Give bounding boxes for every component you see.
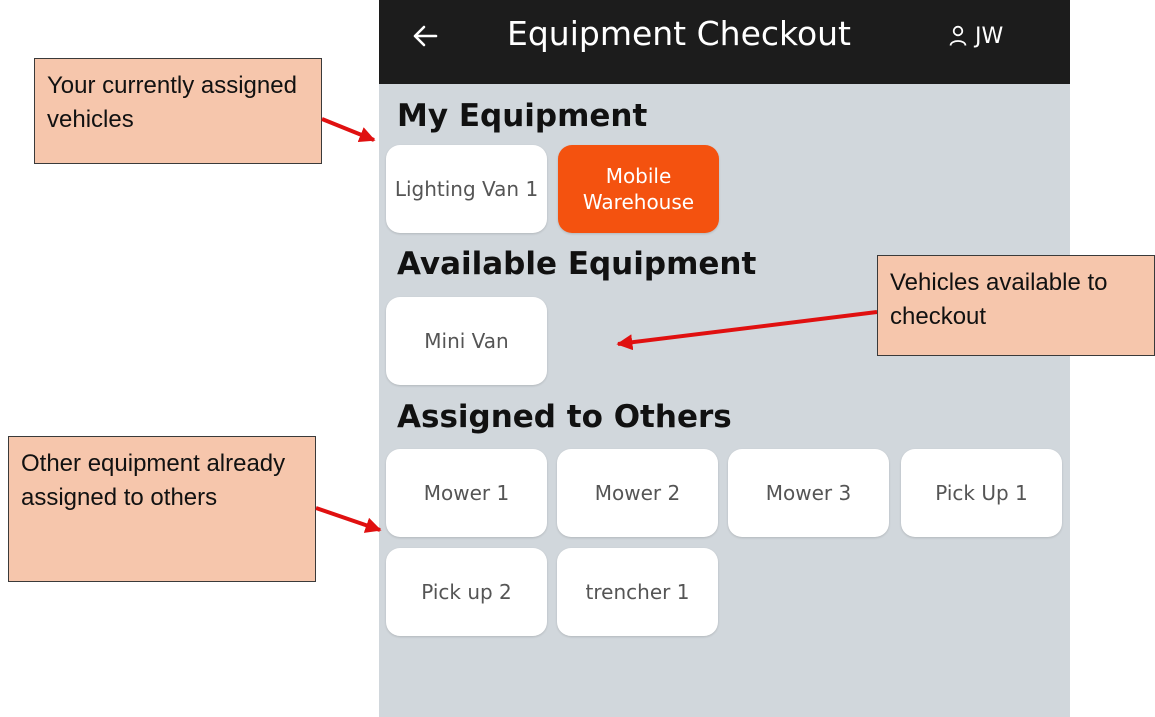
arrow-to-my-equipment (321, 117, 376, 143)
user-initials: JW (975, 23, 1004, 49)
section-heading-my-equipment: My Equipment (397, 98, 648, 134)
arrow-to-assigned-to-others (315, 506, 382, 533)
equipment-tile-mobile-warehouse[interactable]: Mobile Warehouse (558, 145, 719, 233)
app-screen: Equipment Checkout JW My Equipment Light… (379, 0, 1070, 717)
section-heading-available-equipment: Available Equipment (397, 246, 757, 282)
user-icon (949, 25, 967, 46)
equipment-tile-pick-up-1[interactable]: Pick Up 1 (901, 449, 1062, 537)
callout-available-equipment: Vehicles available to checkout (877, 255, 1155, 356)
equipment-tile-mower-3[interactable]: Mower 3 (728, 449, 889, 537)
page-title: Equipment Checkout (506, 14, 851, 53)
annotated-screenshot: Equipment Checkout JW My Equipment Light… (0, 0, 1155, 717)
equipment-tile-lighting-van-1[interactable]: Lighting Van 1 (386, 145, 547, 233)
callout-my-equipment: Your currently assigned vehicles (34, 58, 322, 164)
app-header: Equipment Checkout JW (379, 0, 1070, 84)
equipment-tile-trencher-1[interactable]: trencher 1 (557, 548, 718, 636)
equipment-tile-mower-1[interactable]: Mower 1 (386, 449, 547, 537)
equipment-tile-pick-up-2[interactable]: Pick up 2 (386, 548, 547, 636)
callout-assigned-to-others: Other equipment already assigned to othe… (8, 436, 316, 582)
user-menu-button[interactable]: JW (949, 18, 1003, 54)
equipment-tile-mini-van[interactable]: Mini Van (386, 297, 547, 385)
section-heading-assigned-to-others: Assigned to Others (397, 399, 732, 435)
equipment-tile-mower-2[interactable]: Mower 2 (557, 449, 718, 537)
